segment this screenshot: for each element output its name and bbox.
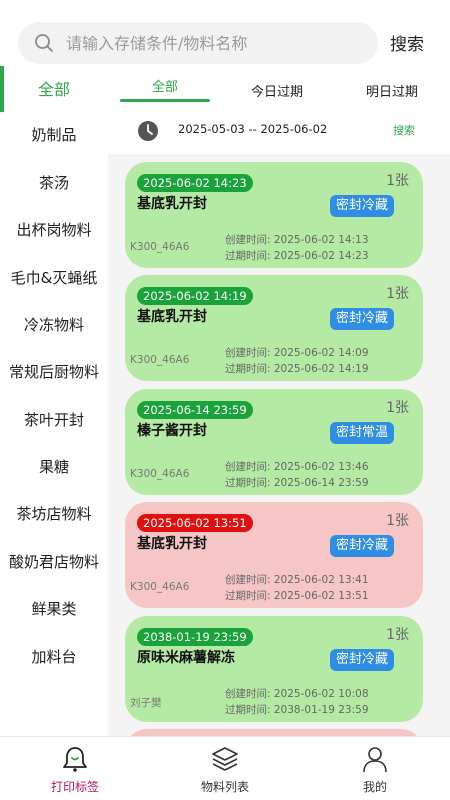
label-card[interactable]: 2025-06-02 14:23 1张 基底乳开封 密封冷藏 K300_46A6… <box>125 162 423 268</box>
clock-icon[interactable] <box>137 120 159 142</box>
label-count: 1张 <box>386 286 409 302</box>
expire-time: 过期时间: 2025-06-14 23:59 <box>225 477 369 489</box>
tab-active-underline <box>120 99 210 102</box>
material-title: 基底乳开封 <box>137 536 207 552</box>
expire-time: 过期时间: 2025-06-02 14:19 <box>225 363 369 375</box>
material-title: 榛子酱开封 <box>137 423 207 439</box>
expiry-badge: 2038-01-19 23:59 <box>137 628 253 646</box>
app-root: 搜索 全部 奶制品 茶汤 出杯岗物料 毛巾&灭蝇纸 冷冻物料 常规后厨物料 茶叶… <box>0 0 450 800</box>
sidebar-item-tea-soup[interactable]: 茶汤 <box>0 159 108 207</box>
sidebar-item-teahouse[interactable]: 茶坊店物料 <box>0 490 108 538</box>
sidebar-item-all[interactable]: 全部 <box>0 66 108 114</box>
created-time: 创建时间: 2025-06-02 14:13 <box>225 234 369 246</box>
sidebar-item-dairy[interactable]: 奶制品 <box>0 111 108 159</box>
sidebar-item-fructose[interactable]: 果糖 <box>0 443 108 491</box>
material-title: 原味米麻薯解冻 <box>137 650 235 666</box>
sidebar-item-tea-leaf[interactable]: 茶叶开封 <box>0 396 108 444</box>
sidebar-item-towel-flypaper[interactable]: 毛巾&灭蝇纸 <box>0 254 108 302</box>
label-count: 1张 <box>386 400 409 416</box>
tab-tomorrow-expire[interactable]: 明日过期 <box>366 81 418 100</box>
operator-name: K300_46A6 <box>130 581 190 593</box>
sidebar-item-topping[interactable]: 加料台 <box>0 633 108 681</box>
storage-tag: 密封冷藏 <box>330 308 395 330</box>
operator-name: K300_46A6 <box>130 468 190 480</box>
expire-time: 过期时间: 2038-01-19 23:59 <box>225 704 369 716</box>
card-times: 创建时间: 2025-06-02 14:09 过期时间: 2025-06-02 … <box>225 345 369 377</box>
nav-material-list-text: 物料列表 <box>200 780 249 794</box>
search-input[interactable] <box>66 31 366 55</box>
card-times: 创建时间: 2025-06-02 13:46 过期时间: 2025-06-14 … <box>225 459 369 491</box>
expiry-badge: 2025-06-02 14:23 <box>137 174 253 192</box>
operator-name: K300_46A6 <box>130 241 190 253</box>
label-card[interactable]: 2025-06-02 13:51 1张 基底乳开封 密封冷藏 K300_46A6… <box>125 502 423 608</box>
expiry-tabs: 全部 今日过期 明日过期 <box>108 66 450 110</box>
sidebar-item-yogurt[interactable]: 酸奶君店物料 <box>0 538 108 586</box>
label-card-partial[interactable] <box>125 729 423 736</box>
created-time: 创建时间: 2025-06-02 13:41 <box>225 574 369 586</box>
label-count: 1张 <box>386 627 409 643</box>
user-icon <box>363 747 387 773</box>
sidebar-item-frozen[interactable]: 冷冻物料 <box>0 301 108 349</box>
label-count: 1张 <box>386 513 409 529</box>
label-count: 1张 <box>386 173 409 189</box>
storage-tag: 密封冷藏 <box>330 535 395 557</box>
storage-tag: 密封常温 <box>330 422 395 444</box>
sidebar-item-kitchen[interactable]: 常规后厨物料 <box>0 348 108 396</box>
label-card[interactable]: 2038-01-19 23:59 1张 原味米麻薯解冻 密封冷藏 刘子樊 创建时… <box>125 616 423 722</box>
label-card[interactable]: 2025-06-14 23:59 1张 榛子酱开封 密封常温 K300_46A6… <box>125 389 423 495</box>
tab-all[interactable]: 全部 <box>152 76 178 95</box>
expiry-badge: 2025-06-02 14:19 <box>137 287 253 305</box>
stack-icon <box>212 747 238 771</box>
operator-name: 刘子樊 <box>130 697 162 709</box>
search-bar: 搜索 <box>0 0 450 66</box>
card-times: 创建时间: 2025-06-02 13:41 过期时间: 2025-06-02 … <box>225 572 369 604</box>
storage-tag: 密封冷藏 <box>330 649 395 671</box>
sidebar-item-fresh-fruit[interactable]: 鲜果类 <box>0 585 108 633</box>
date-range-text[interactable]: 2025-05-03 -- 2025-06-02 <box>178 122 327 136</box>
bottom-nav: 打印标签 物料列表 我的 <box>0 736 450 800</box>
expire-time: 过期时间: 2025-06-02 14:23 <box>225 250 369 262</box>
material-title: 基底乳开封 <box>137 196 207 212</box>
created-time: 创建时间: 2025-06-02 13:46 <box>225 461 369 473</box>
created-time: 创建时间: 2025-06-02 10:08 <box>225 688 369 700</box>
search-icon <box>35 34 53 52</box>
label-list: 2025-06-02 14:23 1张 基底乳开封 密封冷藏 K300_46A6… <box>108 154 450 736</box>
sidebar-item-cup-station[interactable]: 出杯岗物料 <box>0 206 108 254</box>
expiry-badge: 2025-06-14 23:59 <box>137 401 253 419</box>
nav-material-list[interactable]: 物料列表 <box>150 737 300 800</box>
tab-today-expire[interactable]: 今日过期 <box>251 81 303 100</box>
card-times: 创建时间: 2025-06-02 10:08 过期时间: 2038-01-19 … <box>225 686 369 718</box>
material-title: 基底乳开封 <box>137 309 207 325</box>
operator-name: K300_46A6 <box>130 354 190 366</box>
search-box[interactable] <box>18 22 378 64</box>
expire-time: 过期时间: 2025-06-02 13:51 <box>225 590 369 602</box>
card-times: 创建时间: 2025-06-02 14:13 过期时间: 2025-06-02 … <box>225 232 369 264</box>
nav-mine-text: 我的 <box>362 780 387 794</box>
date-search-button[interactable]: 搜索 <box>393 122 415 138</box>
storage-tag: 密封冷藏 <box>330 195 395 217</box>
bell-print-icon <box>63 747 87 772</box>
search-button[interactable]: 搜索 <box>390 30 424 55</box>
nav-print-label[interactable]: 打印标签 <box>0 737 150 800</box>
expiry-badge: 2025-06-02 13:51 <box>137 514 253 532</box>
category-sidebar: 全部 奶制品 茶汤 出杯岗物料 毛巾&灭蝇纸 冷冻物料 常规后厨物料 茶叶开封 … <box>0 66 108 736</box>
nav-mine[interactable]: 我的 <box>300 737 450 800</box>
created-time: 创建时间: 2025-06-02 14:09 <box>225 347 369 359</box>
nav-print-label-text: 打印标签 <box>50 780 99 794</box>
date-filter: 2025-05-03 -- 2025-06-02 搜索 <box>108 110 450 152</box>
label-card[interactable]: 2025-06-02 14:19 1张 基底乳开封 密封冷藏 K300_46A6… <box>125 275 423 381</box>
